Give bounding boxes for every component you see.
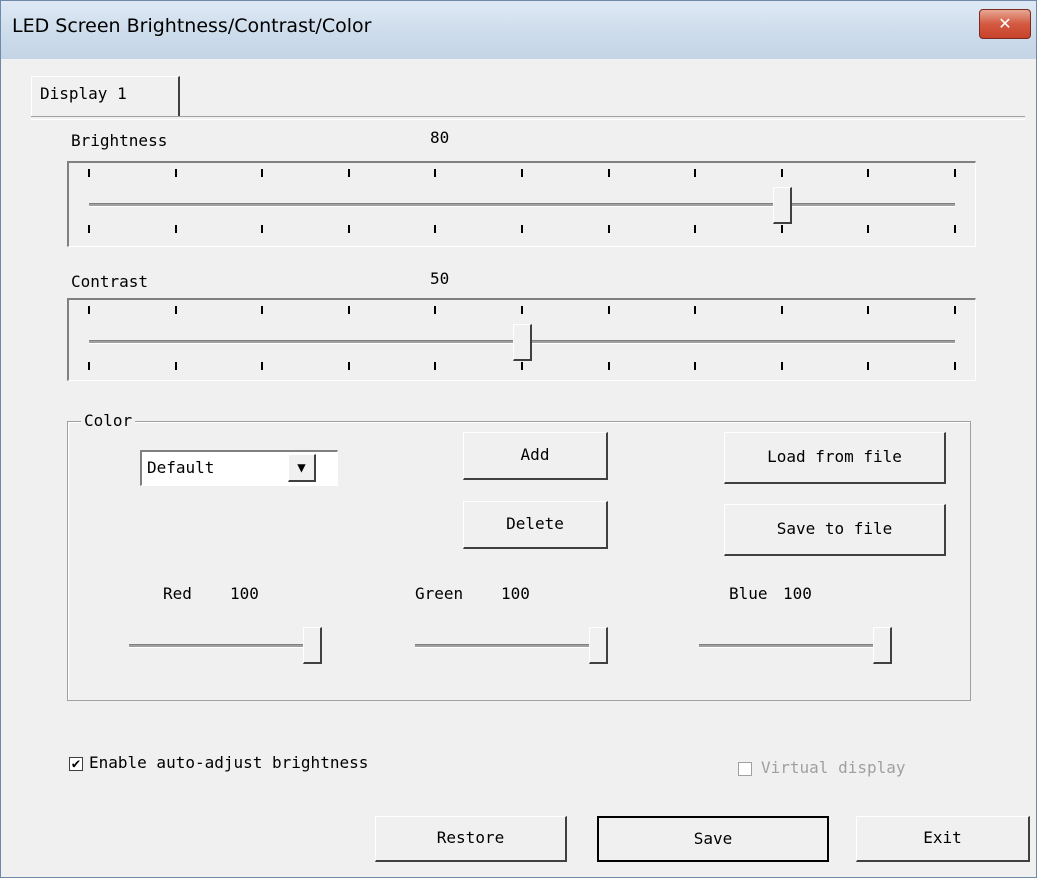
close-button[interactable]: ✕ xyxy=(979,9,1031,39)
brightness-track xyxy=(89,203,955,207)
brightness-label: Brightness xyxy=(71,131,168,150)
tick-mark-top xyxy=(694,306,696,314)
save-button[interactable]: Save xyxy=(597,816,829,862)
tick-mark-bottom xyxy=(175,225,177,233)
blue-slider[interactable] xyxy=(693,625,893,669)
red-label: Red xyxy=(163,584,192,603)
tick-mark-bottom xyxy=(261,362,263,370)
tick-mark-top xyxy=(175,306,177,314)
tick-mark-top xyxy=(608,169,610,177)
tick-mark-top xyxy=(521,169,523,177)
tick-mark-bottom xyxy=(175,362,177,370)
tick-mark-bottom xyxy=(434,225,436,233)
restore-button[interactable]: Restore xyxy=(375,816,567,862)
tick-mark-bottom xyxy=(867,362,869,370)
green-slider[interactable] xyxy=(409,625,609,669)
blue-thumb[interactable] xyxy=(873,627,892,664)
title-bar[interactable]: LED Screen Brightness/Contrast/Color ✕ xyxy=(1,1,1036,59)
green-value: 100 xyxy=(501,584,530,603)
tick-mark-top xyxy=(781,306,783,314)
tick-mark-top xyxy=(175,169,177,177)
color-preset-value: Default xyxy=(147,458,215,477)
green-track xyxy=(415,644,601,648)
tick-mark-top xyxy=(867,306,869,314)
contrast-slider[interactable] xyxy=(67,298,976,381)
tab-display-1[interactable]: Display 1 xyxy=(31,76,180,117)
tab-divider xyxy=(31,116,1025,120)
green-label: Green xyxy=(415,584,464,603)
tick-mark-top xyxy=(88,306,90,314)
tick-mark-bottom xyxy=(521,362,523,370)
virtual-display-label: Virtual display xyxy=(761,758,906,777)
tick-mark-top xyxy=(954,306,956,314)
brightness-slider[interactable] xyxy=(67,161,976,247)
auto-adjust-checkbox[interactable]: ✔ xyxy=(69,757,83,771)
tab-label: Display 1 xyxy=(40,84,127,103)
green-thumb[interactable] xyxy=(589,627,608,664)
virtual-display-checkbox[interactable] xyxy=(738,762,752,776)
tick-mark-bottom xyxy=(88,362,90,370)
tick-mark-bottom xyxy=(867,225,869,233)
red-track xyxy=(129,644,315,648)
tick-mark-bottom xyxy=(434,362,436,370)
tick-mark-bottom xyxy=(608,225,610,233)
dropdown-button[interactable]: ▼ xyxy=(288,454,316,482)
brightness-value: 80 xyxy=(430,128,450,147)
close-icon: ✕ xyxy=(998,14,1012,33)
tick-mark-bottom xyxy=(694,362,696,370)
tick-mark-top xyxy=(88,169,90,177)
tick-mark-top xyxy=(608,306,610,314)
tick-mark-top xyxy=(348,306,350,314)
tick-mark-bottom xyxy=(954,225,956,233)
tick-mark-top xyxy=(261,306,263,314)
tick-mark-bottom xyxy=(608,362,610,370)
delete-button[interactable]: Delete xyxy=(463,501,608,549)
tick-mark-bottom xyxy=(954,362,956,370)
checkmark-icon: ✔ xyxy=(71,756,81,772)
add-button[interactable]: Add xyxy=(463,432,608,480)
color-group-title: Color xyxy=(81,411,136,430)
window-title: LED Screen Brightness/Contrast/Color xyxy=(12,15,372,37)
tick-mark-bottom xyxy=(781,225,783,233)
tick-mark-top xyxy=(261,169,263,177)
tick-mark-top xyxy=(348,169,350,177)
chevron-down-icon: ▼ xyxy=(297,460,306,476)
tick-mark-top xyxy=(434,169,436,177)
tick-mark-bottom xyxy=(781,362,783,370)
red-thumb[interactable] xyxy=(303,627,322,664)
blue-track xyxy=(699,644,885,648)
exit-button[interactable]: Exit xyxy=(856,816,1030,862)
tick-mark-top xyxy=(694,169,696,177)
contrast-value: 50 xyxy=(430,269,450,288)
save-to-file-button[interactable]: Save to file xyxy=(724,504,946,556)
tick-mark-bottom xyxy=(261,225,263,233)
color-preset-select[interactable]: Default ▼ xyxy=(140,450,338,486)
tick-mark-bottom xyxy=(88,225,90,233)
tick-mark-top xyxy=(434,306,436,314)
contrast-label: Contrast xyxy=(71,272,149,291)
tick-mark-top xyxy=(781,169,783,177)
tick-mark-top xyxy=(954,169,956,177)
auto-adjust-label[interactable]: Enable auto-adjust brightness xyxy=(89,753,368,772)
load-from-file-button[interactable]: Load from file xyxy=(724,432,946,484)
red-value: 100 xyxy=(230,584,259,603)
red-slider[interactable] xyxy=(123,625,323,669)
tick-mark-bottom xyxy=(521,225,523,233)
dialog-window: LED Screen Brightness/Contrast/Color ✕ D… xyxy=(0,0,1037,878)
tick-mark-bottom xyxy=(694,225,696,233)
blue-value: 100 xyxy=(783,584,812,603)
tick-mark-bottom xyxy=(348,362,350,370)
tick-mark-top xyxy=(521,306,523,314)
brightness-thumb[interactable] xyxy=(773,187,792,224)
tick-mark-top xyxy=(867,169,869,177)
blue-label: Blue xyxy=(729,584,768,603)
tick-mark-bottom xyxy=(348,225,350,233)
contrast-thumb[interactable] xyxy=(513,324,532,361)
